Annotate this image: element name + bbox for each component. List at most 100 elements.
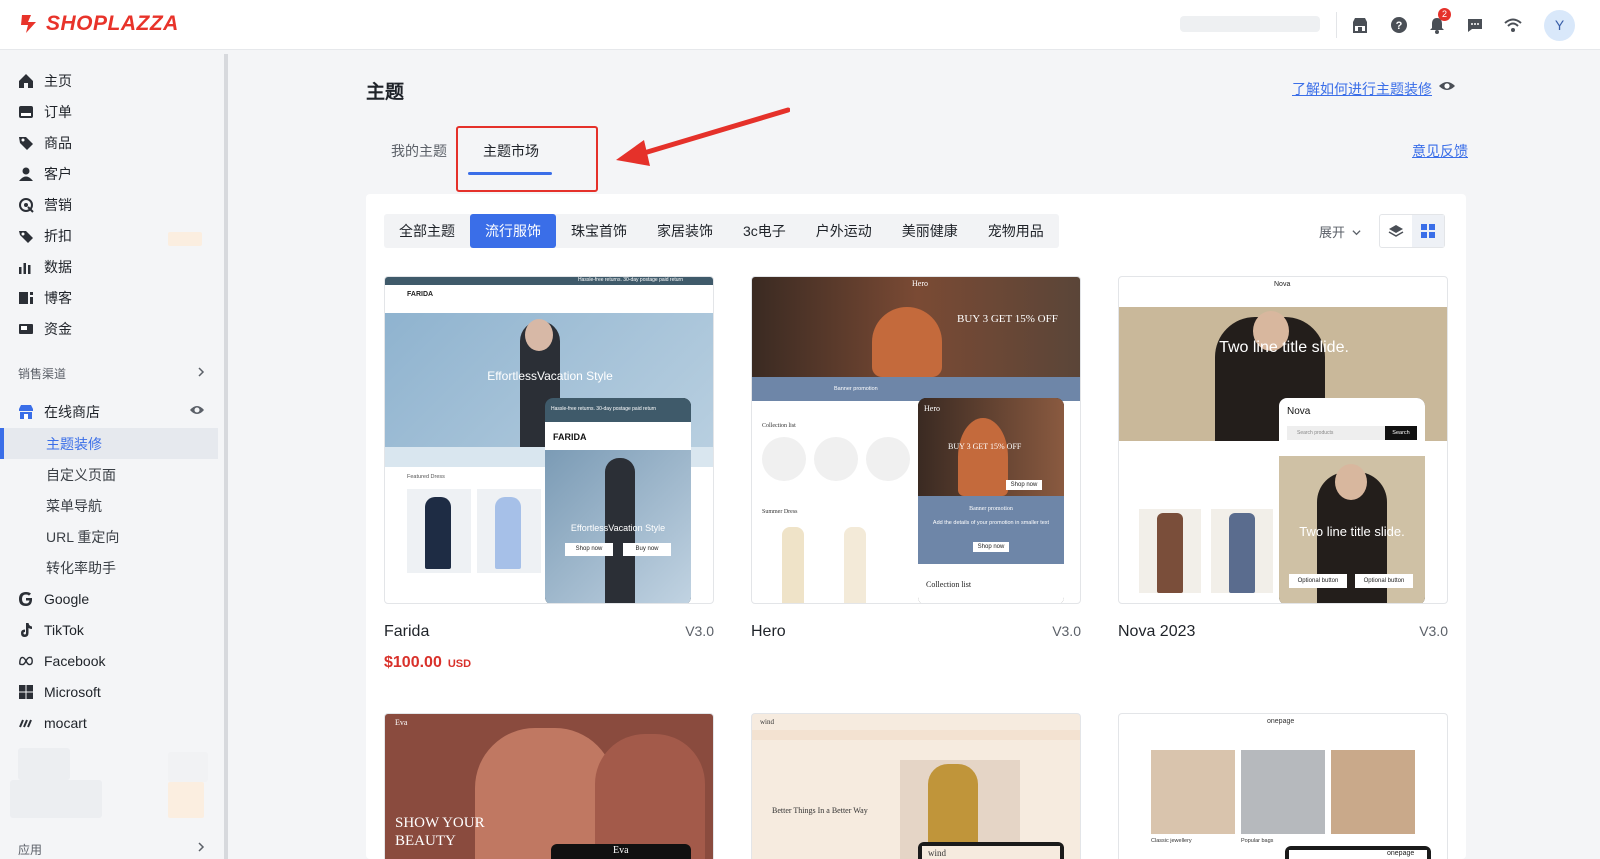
preview-buy-button: Buy now [623,543,671,556]
theme-version: V3.0 [1052,623,1081,639]
blurred-item [10,780,102,818]
sidebar-item-home[interactable]: 主页 [0,65,218,96]
sidebar-item-label: 在线商店 [44,403,100,420]
wifi-icon[interactable] [1502,14,1524,36]
category-electronics[interactable]: 3c电子 [728,214,801,248]
sidebar-sub-custom-pages[interactable]: 自定义页面 [0,459,218,490]
sidebar-item-finance[interactable]: 资金 [0,313,218,344]
theme-price: $100.00 USD [384,654,471,672]
tab-my-themes[interactable]: 我的主题 [391,141,447,161]
sidebar-item-facebook[interactable]: Facebook [0,645,218,676]
avatar[interactable]: Y [1544,10,1575,41]
preview-promo-text: Hassle-free returns. 30-day postage paid… [551,406,657,412]
sidebar-sub-menu-navigation[interactable]: 菜单导航 [0,490,218,521]
category-jewelry[interactable]: 珠宝首饰 [556,214,642,248]
theme-preview[interactable]: wind Better Things In a Better Way wind [751,713,1081,859]
preview-logo: Nova [1287,406,1311,417]
price-value: $100.00 [384,654,442,671]
preview-banner: Banner promotion [969,506,1013,512]
layers-view-button[interactable] [1380,215,1412,247]
blurred-item [18,748,70,780]
wallet-icon [18,321,34,337]
store-icon[interactable] [1349,14,1371,36]
sidebar-item-label: 主页 [44,72,72,89]
eye-icon[interactable] [1438,80,1456,92]
preview-headline: SHOW YOUR BEAUTY [395,815,485,849]
chevron-right-icon[interactable] [196,367,206,377]
preview-section-title: Featured Dress [407,474,445,480]
eye-icon[interactable] [189,404,205,416]
marketing-icon [18,197,34,213]
preview-logo: Eva [395,718,408,727]
sidebar-item-customers[interactable]: 客户 [0,158,218,189]
sidebar-sub-conversion-assistant[interactable]: 转化率助手 [0,552,218,583]
category-beauty[interactable]: 美丽健康 [887,214,973,248]
preview-mobile: Hassle-free returns. 30-day postage paid… [545,398,691,603]
sidebar-item-label: 营销 [44,196,72,213]
preview-headline: Two line title slide. [1219,339,1349,356]
bell-icon[interactable]: 2 [1426,8,1451,36]
apps-heading[interactable]: 应用 [18,841,42,858]
grid-view-button[interactable] [1412,215,1444,247]
category-all[interactable]: 全部主题 [384,214,470,248]
brand-logo[interactable]: SHOPLAZZA [18,12,179,36]
feedback-link[interactable]: 意见反馈 [1412,141,1468,161]
top-bar: SHOPLAZZA ? 2 Y [0,0,1600,50]
mocart-icon [18,715,34,731]
sidebar-item-online-store[interactable]: 在线商店 [0,396,218,427]
sidebar-item-google[interactable]: Google [0,583,218,614]
preview-logo: FARIDA [407,291,434,298]
expand-dropdown[interactable]: 展开 [1319,222,1361,241]
sidebar-item-products[interactable]: 商品 [0,127,218,158]
sidebar-item-label: 数据 [44,258,72,275]
preview-mobile: Hero BUY 3 GET 15% OFF Shop now Banner p… [918,398,1064,603]
sidebar-item-label: 订单 [44,103,72,120]
category-outdoor[interactable]: 户外运动 [801,214,887,248]
category-pets[interactable]: 宠物用品 [973,214,1059,248]
category-home[interactable]: 家居装饰 [642,214,728,248]
sidebar-item-label: Microsoft [44,683,101,700]
grid-icon [1421,224,1435,238]
sidebar-item-orders[interactable]: 订单 [0,96,218,127]
preview-promo-text: Hassle-free returns. 30-day postage paid… [577,277,683,283]
sidebar-item-microsoft[interactable]: Microsoft [0,676,218,707]
preview-caption: Classic jewellery [1151,838,1192,844]
category-fashion[interactable]: 流行服饰 [470,214,556,248]
top-divider [1336,12,1337,38]
page-title: 主题 [366,82,405,103]
preview-logo: Hero [924,404,940,413]
sidebar-item-marketing[interactable]: 营销 [0,189,218,220]
theme-preview[interactable]: Hero BUY 3 GET 15% OFF Banner promotion … [751,276,1081,604]
sidebar-sub-url-redirect[interactable]: URL 重定向 [0,521,218,552]
theme-preview[interactable]: Nova Two line title slide. Nova Search p… [1118,276,1448,604]
sidebar-item-tiktok[interactable]: TikTok [0,614,218,645]
sidebar-item-label: 商品 [44,134,72,151]
sidebar-scrollbar[interactable] [224,54,228,859]
theme-preview[interactable]: Hassle-free returns. 30-day postage paid… [384,276,714,604]
preview-logo: Eva [613,845,629,856]
preview-section-title: Collection list [762,423,796,429]
preview-optional-button: Optional button [1289,574,1347,588]
sidebar-item-blog[interactable]: 博客 [0,282,218,313]
help-link[interactable]: 了解如何进行主题装修 [1292,79,1432,99]
layers-icon [1388,225,1404,237]
help-icon[interactable]: ? [1388,14,1410,36]
theme-preview[interactable]: Eva SHOW YOUR BEAUTY Eva [384,713,714,859]
message-icon[interactable] [1464,14,1486,36]
store-icon [18,404,34,420]
preview-shop-button: Shop now [1006,480,1042,490]
preview-search-button: Search [1385,426,1417,440]
theme-preview[interactable]: onepage Classic jewellery Popular bags o… [1118,713,1448,859]
sales-channel-heading: 销售渠道 [18,367,67,381]
chevron-right-icon[interactable] [196,842,206,852]
theme-name: Farida [384,623,430,640]
sidebar-item-analytics[interactable]: 数据 [0,251,218,282]
sidebar-sub-theme-decoration[interactable]: 主题装修 [4,428,218,459]
preview-caption: Popular bags [1241,838,1274,844]
sidebar-item-label: TikTok [44,621,84,638]
tiktok-icon [18,622,34,638]
preview-section-title: Summer Dress [762,509,798,515]
user-icon [18,166,34,182]
sidebar-item-mocart[interactable]: mocart [0,707,218,738]
preview-banner: Banner promotion [834,386,878,392]
